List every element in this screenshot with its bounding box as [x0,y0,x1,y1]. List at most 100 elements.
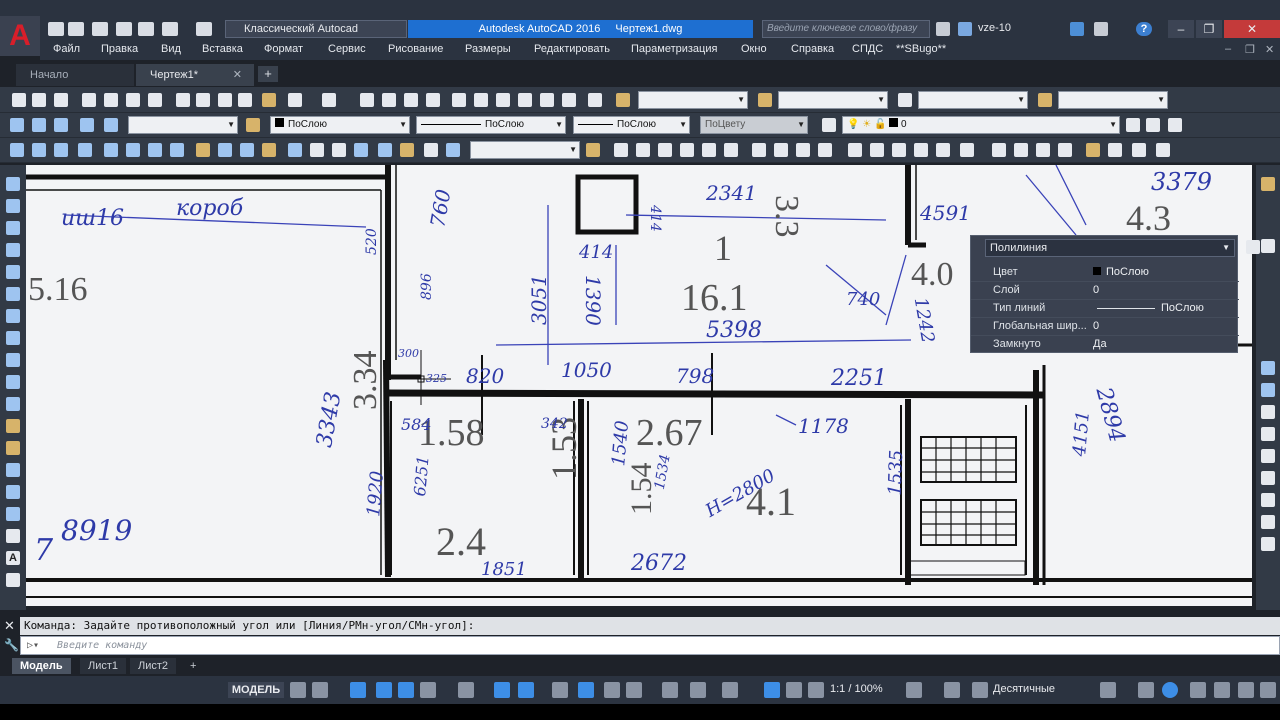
command-prompt-icon[interactable]: ▷▾ [27,637,39,654]
layer-properties-icon[interactable] [822,118,836,132]
ellipse-arc-icon[interactable] [6,397,20,411]
diameter-dim-icon[interactable] [148,143,162,157]
markup-icon[interactable] [540,93,554,107]
multileader-style-combo[interactable]: ▼ [1058,91,1168,109]
gear-icon[interactable] [906,682,922,698]
snap-icon[interactable] [312,682,328,698]
polar-icon[interactable] [376,682,392,698]
property-row[interactable]: Глобальная шир... 0 [971,318,1239,336]
clean-screen-icon[interactable] [1214,682,1230,698]
jog-icon[interactable] [332,143,346,157]
text-style-icon[interactable] [616,93,630,107]
hatch-icon[interactable] [6,485,20,499]
open-file-icon[interactable] [68,22,84,36]
workspace-selector[interactable]: Классический Autocad [225,20,407,38]
lineweight-combo[interactable]: ПоСлою ▼ [573,116,690,134]
spds-tool-21-icon[interactable] [1086,143,1100,157]
menu-parametric[interactable]: Параметризация [631,43,717,55]
edit-polyline-icon[interactable] [80,118,94,132]
spds-tool-14-icon[interactable] [914,143,928,157]
save-as-icon[interactable] [116,22,132,36]
rectangle-icon[interactable] [6,265,20,279]
property-row[interactable]: Слой 0 [971,282,1239,300]
aligned-dim-icon[interactable] [32,143,46,157]
match-icon[interactable] [246,118,260,132]
spds-tool-18-icon[interactable] [1014,143,1028,157]
save-icon[interactable] [92,22,108,36]
polyline-icon[interactable] [6,221,20,235]
insert-block-icon[interactable] [6,419,20,433]
spds-tool-1-icon[interactable] [614,143,628,157]
match-properties-icon[interactable] [238,93,252,107]
layer-state-icon[interactable] [1168,118,1182,132]
construction-line-icon[interactable] [6,199,20,213]
dim-update-icon[interactable] [400,143,414,157]
modify-tool-7-icon[interactable] [1261,493,1275,507]
inspect-icon[interactable] [310,143,324,157]
make-block-icon[interactable] [6,441,20,455]
panel-icon[interactable] [1261,239,1275,253]
lock-ui-icon[interactable] [1138,682,1154,698]
copy-icon[interactable] [196,93,210,107]
modify-tool-5-icon[interactable] [1261,449,1275,463]
dim-style-combo[interactable]: ▼ [778,91,888,109]
menu-close[interactable]: ✕ [1265,43,1274,56]
spds-tool-19-icon[interactable] [1036,143,1050,157]
selection-filter-icon[interactable] [662,682,678,698]
gizmo-icon[interactable] [690,682,706,698]
layer-combo[interactable]: 💡 ☀ 🔓 0 ▼ [842,116,1120,134]
tool-palettes-icon[interactable] [496,93,510,107]
brush-icon[interactable] [1261,177,1275,191]
add-layout-button[interactable]: + [182,658,204,674]
wrench-icon[interactable]: 🔧 [4,638,19,652]
undo-icon[interactable] [288,93,302,107]
ellipse-icon[interactable] [6,375,20,389]
spds-tool-16-icon[interactable] [960,143,974,157]
circle-icon[interactable] [6,309,20,323]
dim-style-icon[interactable] [424,143,438,157]
menu-draw[interactable]: Рисование [388,43,443,55]
color-combo[interactable]: ПоСлою ▼ [270,116,410,134]
annotation-scale-readout[interactable]: 1:1 / 100% [830,683,883,695]
paste-icon[interactable] [218,93,232,107]
menu-help[interactable]: Справка [791,43,834,55]
spds-tool-3-icon[interactable] [658,143,672,157]
point-icon[interactable] [6,463,20,477]
spds-tool-15-icon[interactable] [936,143,950,157]
spds-tool-24-icon[interactable] [1156,143,1170,157]
layer-previous-icon[interactable] [1146,118,1160,132]
close-button[interactable]: ✕ [1224,20,1280,38]
zoom-realtime-icon[interactable] [382,93,396,107]
binoculars-icon[interactable] [936,22,950,36]
calculator-icon[interactable] [562,93,576,107]
spds-tool-12-icon[interactable] [870,143,884,157]
gradient-icon[interactable] [6,507,20,521]
arc-length-icon[interactable] [54,143,68,157]
linetype-combo[interactable]: ПоСлою ▼ [416,116,566,134]
spds-tool-8-icon[interactable] [774,143,788,157]
design-center-icon[interactable] [474,93,488,107]
zoom-previous-icon[interactable] [426,93,440,107]
menu-window[interactable]: Окно [741,43,767,55]
menu-sbugo[interactable]: **SBugo** [896,43,946,55]
annotation-scale-icon[interactable] [786,682,802,698]
angular-dim-icon[interactable] [170,143,184,157]
minimize-button[interactable]: – [1168,20,1194,38]
hardware-acceleration-icon[interactable] [1190,682,1206,698]
menu-format[interactable]: Формат [264,43,303,55]
save-icon[interactable] [54,93,68,107]
polyline-combo[interactable]: ▼ [128,116,238,134]
table-style-icon[interactable] [898,93,912,107]
tab-drawing[interactable]: Чертеж1* ✕ [136,64,254,86]
plot-icon[interactable] [82,93,96,107]
autocad-logo-icon[interactable]: A [0,16,40,56]
dim-text-edit-icon[interactable] [378,143,392,157]
spds-tool-13-icon[interactable] [892,143,906,157]
tab-layout1[interactable]: Лист1 [80,658,127,674]
annotation-visibility-icon[interactable] [722,682,738,698]
3d-osnap-icon[interactable] [604,682,620,698]
3d-print-icon[interactable] [148,93,162,107]
customization-icon[interactable] [1238,682,1254,698]
selection-cycling-icon[interactable] [578,682,594,698]
tab-layout2[interactable]: Лист2 [130,658,177,674]
